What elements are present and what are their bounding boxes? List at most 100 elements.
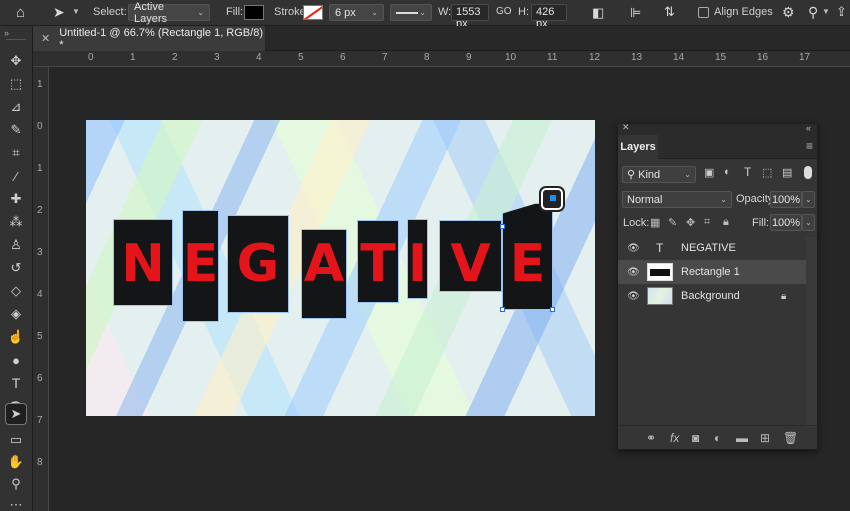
scrollbar[interactable] — [806, 237, 817, 427]
close-icon[interactable]: ✕ — [41, 32, 50, 45]
healing-brush-icon[interactable]: ✚ — [5, 188, 27, 210]
type-filter-icon[interactable]: T — [744, 165, 751, 179]
eye-icon[interactable]: 👁︎ — [627, 243, 640, 254]
ruler-number: 16 — [757, 52, 769, 63]
live-corner-widget[interactable] — [541, 188, 563, 210]
chevron-down-icon[interactable]: ⌄ — [802, 191, 815, 208]
align-edges-checkbox[interactable] — [698, 7, 709, 18]
new-layer-icon[interactable]: ⊞ — [760, 431, 770, 445]
ruler-number: 2 — [37, 205, 43, 216]
lock-position-icon[interactable]: ✥ — [686, 216, 695, 229]
chevron-down-icon: ⌄ — [371, 8, 378, 17]
ruler-number: 9 — [466, 52, 472, 63]
path-selection-icon[interactable]: ➤ — [5, 403, 27, 425]
eye-icon[interactable]: 👁︎ — [627, 291, 640, 302]
adjustment-filter-icon[interactable]: ◐ — [724, 166, 731, 178]
eye-icon[interactable]: 👁︎ — [627, 267, 640, 278]
history-brush-icon[interactable]: ↺ — [5, 257, 27, 279]
lasso-icon[interactable]: ⊿ — [5, 96, 27, 118]
clone-stamp-icon[interactable]: ♙ — [5, 234, 27, 256]
collapse-icon[interactable]: » — [4, 28, 9, 38]
ruler-number: 10 — [505, 52, 517, 63]
stroke-type-dropdown[interactable]: ⌄ — [390, 4, 432, 21]
sponge-icon[interactable]: ● — [5, 349, 27, 371]
transform-handle[interactable] — [550, 307, 555, 312]
fx-icon[interactable]: fx — [670, 431, 679, 445]
ruler-number: 5 — [37, 331, 43, 342]
eraser-icon[interactable]: ◇ — [5, 280, 27, 302]
marquee-icon[interactable]: ⬚ — [5, 73, 27, 95]
chevron-down-icon[interactable]: ⌄ — [802, 214, 815, 231]
shape-filter-icon[interactable]: ⬚ — [762, 166, 772, 179]
blend-mode-dropdown[interactable]: Normal ⌄ — [622, 191, 732, 208]
select-dropdown[interactable]: Active Layers ⌄ — [128, 1, 210, 25]
layer-name: Rectangle 1 — [681, 266, 740, 278]
layer-row-rectangle-1[interactable]: 👁︎ Rectangle 1 — [618, 260, 806, 284]
tab-layers[interactable]: Layers — [618, 135, 658, 159]
width-field[interactable]: 1553 px — [451, 4, 489, 30]
type-icon[interactable]: T — [5, 372, 27, 394]
filter-toggle[interactable] — [804, 166, 812, 179]
select-label: Select: — [93, 6, 127, 18]
rectangle-icon[interactable]: ▭ — [5, 429, 27, 451]
paint-bucket-icon[interactable]: ◈ — [5, 303, 27, 325]
letter-n: N — [121, 234, 165, 294]
close-icon[interactable]: ✕ — [622, 122, 630, 133]
lock-transparent-icon[interactable]: ▦ — [650, 216, 660, 229]
share-icon[interactable]: ⇪ — [836, 4, 847, 20]
chevron-down-icon[interactable]: ▼ — [822, 7, 830, 16]
move-tool-icon[interactable]: ➤ — [53, 4, 65, 21]
panel-tabs: Layers ≡ — [618, 135, 817, 159]
ruler-top: 0 1 2 3 4 5 6 7 8 9 10 11 12 13 14 15 16… — [33, 51, 850, 67]
document-canvas[interactable]: N E G A T I V E — [86, 120, 595, 416]
folder-icon[interactable]: ▬ — [736, 431, 748, 445]
ruler-number: 12 — [589, 52, 601, 63]
panel-menu-icon[interactable]: ≡ — [806, 139, 813, 153]
brush-icon[interactable]: ⁂ — [5, 211, 27, 233]
panel-header-strip: ✕ « — [618, 122, 817, 135]
layer-row-background[interactable]: 👁︎ Background 🔒︎ — [618, 284, 806, 308]
chevron-down-icon[interactable]: ▼ — [72, 7, 80, 16]
fill-field[interactable]: 100% — [770, 214, 802, 231]
home-icon[interactable]: ⌂ — [16, 4, 25, 21]
hand-icon[interactable]: ✋ — [5, 451, 27, 473]
lock-artboard-icon[interactable]: ⌗ — [704, 216, 710, 229]
path-arrangement-icon[interactable]: ⇅ — [664, 4, 675, 20]
path-operations-icon[interactable]: ◧ — [592, 5, 604, 21]
lock-all-icon[interactable]: 🔒︎ — [723, 216, 729, 229]
layer-row-negative[interactable]: 👁︎ T NEGATIVE — [618, 236, 806, 260]
quick-select-icon[interactable]: ✎ — [5, 119, 27, 141]
crop-icon[interactable]: ⌗ — [5, 142, 27, 164]
fill-swatch[interactable] — [244, 5, 264, 20]
document-title: Untitled-1 @ 66.7% (Rectangle 1, RGB/8) … — [59, 26, 263, 51]
path-alignment-icon[interactable]: ⊫ — [630, 5, 641, 21]
pixel-filter-icon[interactable]: ▣ — [704, 166, 714, 179]
transform-handle[interactable] — [500, 307, 505, 312]
eyedropper-icon[interactable]: ⁄ — [5, 165, 27, 187]
smudge-icon[interactable]: ☝ — [5, 326, 27, 348]
collapse-icon[interactable]: « — [806, 123, 811, 133]
lock-label: Lock: — [623, 217, 650, 229]
stroke-swatch[interactable] — [303, 5, 323, 20]
add-mask-icon[interactable]: ◙ — [692, 431, 699, 445]
stroke-width-field[interactable]: 6 px ⌄ — [329, 4, 384, 21]
zoom-icon[interactable]: ⚲ — [5, 473, 27, 495]
trash-icon[interactable]: 🗑︎ — [783, 431, 798, 445]
link-layers-icon[interactable]: ⚭ — [646, 431, 656, 445]
more-tools-icon[interactable]: ⋯ — [5, 494, 27, 511]
opacity-field[interactable]: 100% — [770, 191, 802, 208]
document-tab[interactable]: ✕ Untitled-1 @ 66.7% (Rectangle 1, RGB/8… — [33, 26, 265, 51]
gear-icon[interactable]: ⚙ — [782, 4, 795, 21]
search-icon[interactable]: ⚲ — [808, 4, 818, 21]
adjustment-layer-icon[interactable]: ◐ — [714, 431, 721, 445]
filter-kind-dropdown[interactable]: ⚲ Kind ⌄ — [622, 166, 696, 183]
shape-preview — [650, 269, 670, 276]
move-icon[interactable]: ✥ — [5, 50, 27, 72]
chevron-down-icon: ⌄ — [684, 170, 691, 179]
transform-handle[interactable] — [500, 224, 505, 229]
link-icon[interactable]: GO — [496, 6, 512, 17]
height-field[interactable]: 426 px — [531, 4, 567, 30]
smart-object-filter-icon[interactable]: ▤ — [782, 166, 792, 179]
lock-image-icon[interactable]: ✎ — [668, 216, 677, 229]
ruler-left: 1 0 1 2 3 4 5 6 7 8 — [33, 67, 49, 511]
